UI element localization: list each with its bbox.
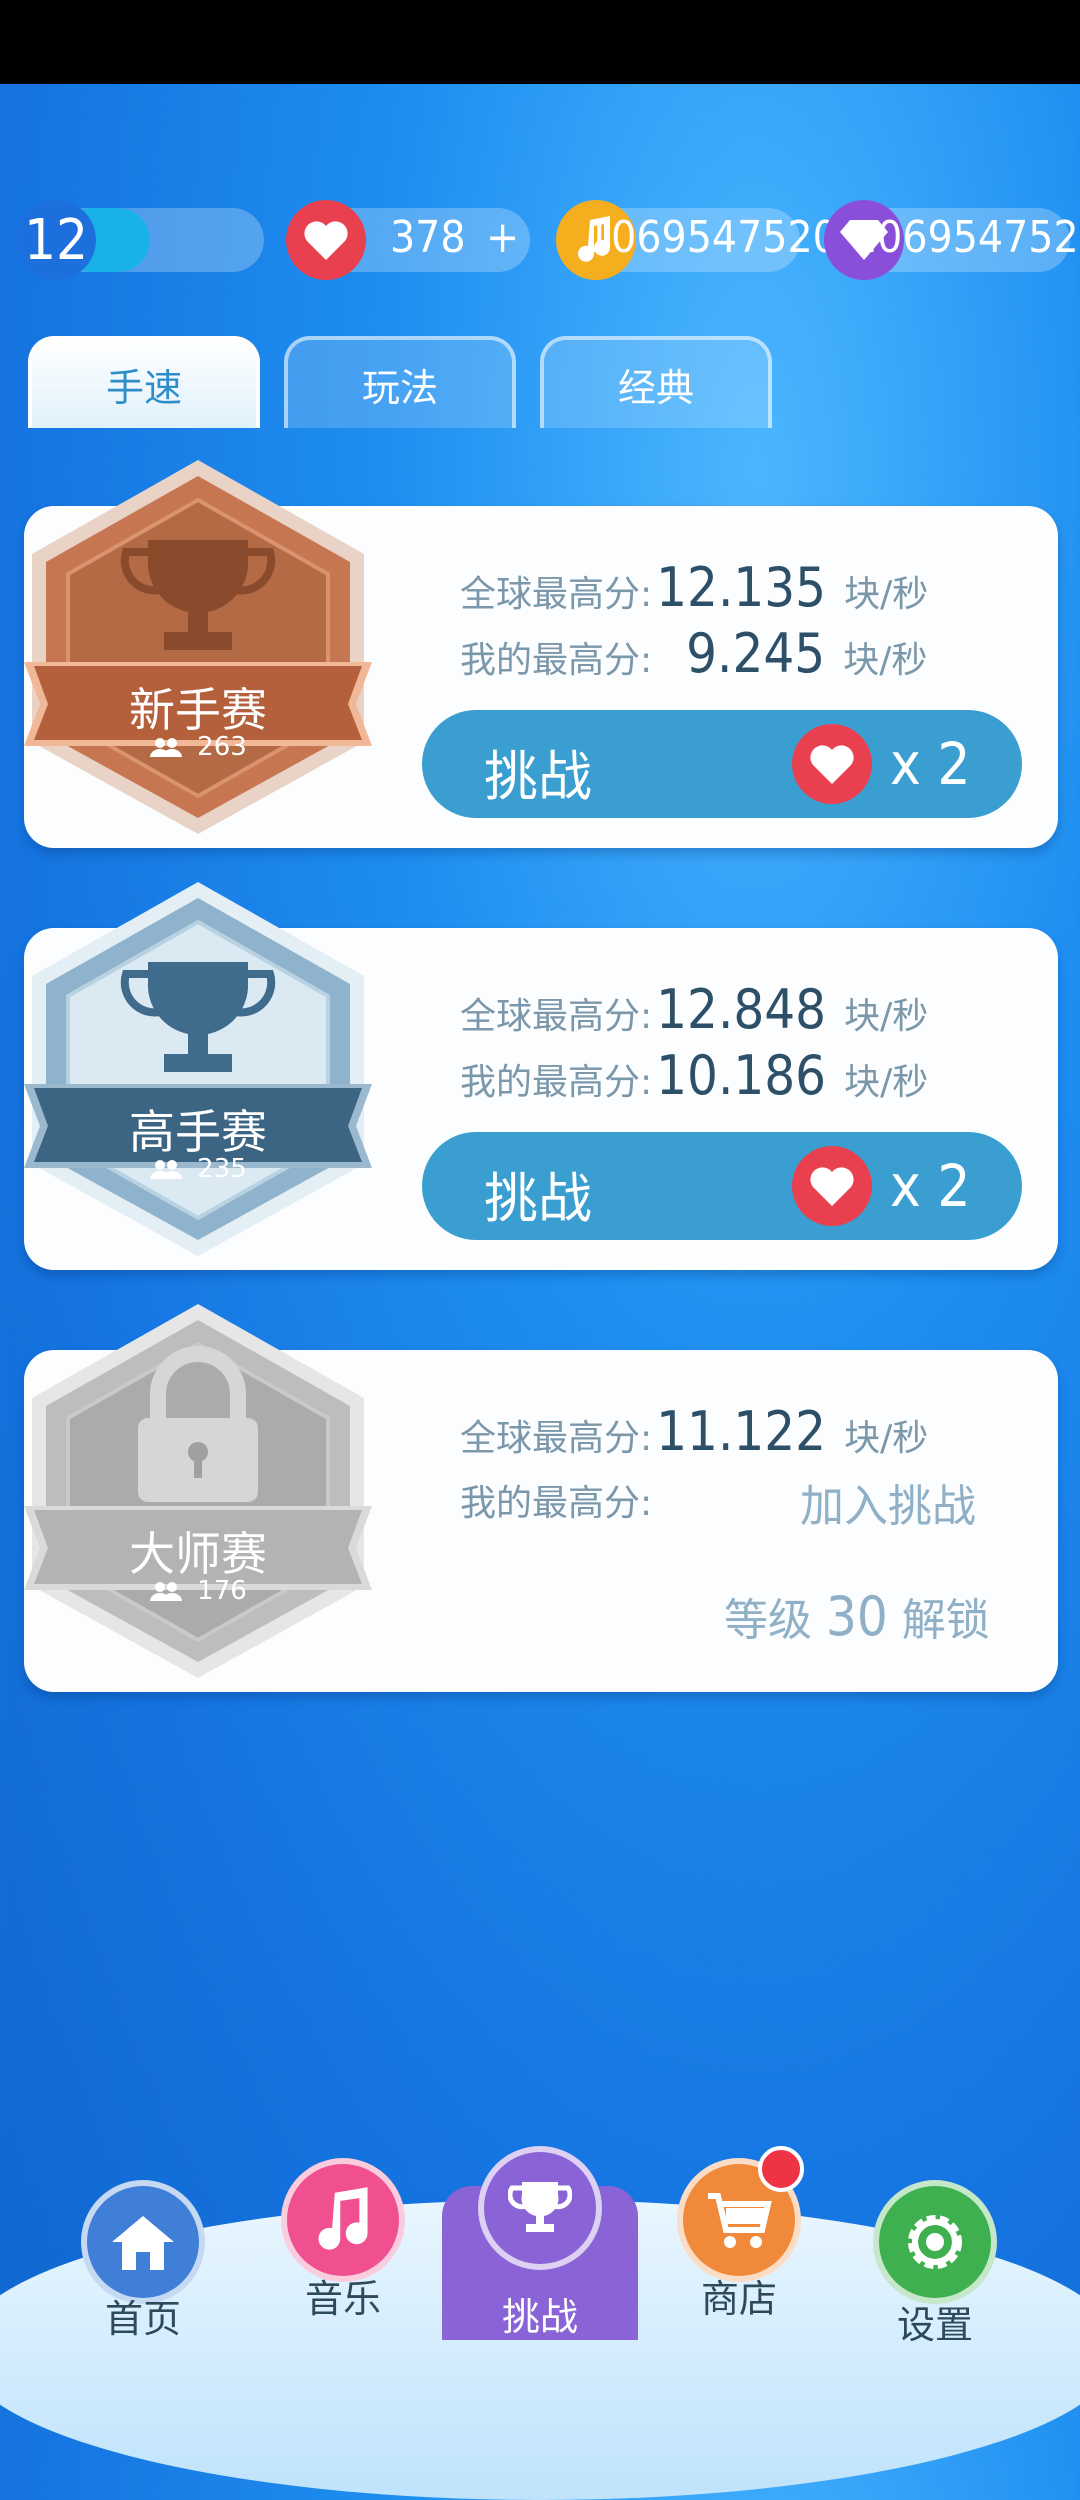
- beginner-hexagon-icon: [24, 460, 372, 834]
- unit-label: 块/秒: [843, 640, 928, 681]
- heart-icon: [286, 200, 366, 280]
- players-icon: [150, 1582, 183, 1601]
- nav-home-label: 首页: [104, 2297, 181, 2341]
- nav-music-label: 音乐: [304, 2277, 381, 2321]
- beginner-challenge-button[interactable]: 挑战 x 2: [422, 710, 1022, 818]
- unlock-requirement: 等级 30 解锁: [724, 1584, 990, 1648]
- my-best-label: 我的最高分:: [460, 640, 653, 681]
- global-best-score: 12.135: [656, 556, 827, 619]
- tab-classic-label: 经典: [617, 365, 694, 410]
- global-best-score: 12.848: [656, 978, 827, 1041]
- tab-gameplay[interactable]: 玩法: [284, 336, 516, 428]
- my-best-label: 我的最高分:: [460, 1062, 653, 1103]
- expert-players: 235: [197, 1154, 247, 1184]
- beginner-player-count: 263: [24, 732, 372, 762]
- players-icon: [150, 738, 183, 757]
- my-best-score: 10.186: [656, 1044, 827, 1107]
- gems-value: 1069547520: [852, 212, 1080, 263]
- currency-bar: 12 378 + 1069547520 1069547520: [0, 200, 1080, 280]
- hearts-value: 378: [390, 212, 466, 263]
- challenge-label: 挑战: [484, 745, 592, 808]
- beginner-title: 新手赛: [129, 683, 267, 737]
- unit-label: 块/秒: [844, 1418, 929, 1459]
- expert-challenge-button[interactable]: 挑战 x 2: [422, 1132, 1022, 1240]
- global-best-label: 全球最高分:: [460, 1418, 653, 1459]
- master-my-row: 我的最高分:: [460, 1474, 652, 1526]
- shop-notification-badge: [758, 2146, 804, 2192]
- tab-classic[interactable]: 经典: [540, 336, 772, 428]
- challenge-cost: x 2: [890, 1152, 971, 1220]
- my-best-score: 9.245: [686, 622, 826, 685]
- global-best-label: 全球最高分:: [460, 574, 653, 615]
- master-badge: 大师赛 176: [24, 1300, 372, 1680]
- tab-speed-label: 手速: [105, 365, 182, 410]
- global-best-score: 11.122: [656, 1400, 827, 1463]
- beginner-my-row: 我的最高分: 9.245 块/秒: [460, 622, 927, 685]
- master-hexagon-icon: [24, 1304, 372, 1678]
- nav-challenge[interactable]: 挑战: [465, 2136, 615, 2339]
- coins-value: 1069547520: [586, 212, 838, 263]
- master-players: 176: [197, 1576, 247, 1606]
- challenge-label: 挑战: [484, 1167, 592, 1230]
- players-icon: [150, 1160, 183, 1179]
- master-player-count: 176: [24, 1576, 372, 1606]
- unlock-level: 30: [826, 1585, 888, 1648]
- nav-home[interactable]: 首页: [68, 2170, 218, 2341]
- join-challenge-text: 加入挑战: [800, 1481, 976, 1532]
- expert-hexagon-icon: [24, 882, 372, 1256]
- home-icon: [81, 2180, 205, 2304]
- beginner-players: 263: [197, 732, 247, 762]
- tab-gameplay-label: 玩法: [361, 365, 438, 410]
- music-note-icon: [281, 2158, 405, 2282]
- nav-music[interactable]: 音乐: [268, 2148, 418, 2321]
- master-title: 大师赛: [129, 1527, 267, 1581]
- add-hearts-button[interactable]: +: [486, 212, 519, 263]
- level-value: 12: [23, 207, 89, 273]
- unit-label: 块/秒: [844, 996, 929, 1037]
- nav-settings-label: 设置: [896, 2303, 973, 2347]
- beginner-global-row: 全球最高分: 12.135 块/秒: [460, 556, 928, 619]
- nav-challenge-label: 挑战: [501, 2295, 578, 2339]
- trophy-icon: [478, 2146, 602, 2270]
- unlock-suffix: 解锁: [901, 1595, 990, 1646]
- unit-label: 块/秒: [844, 1062, 929, 1103]
- level-badge: 12: [16, 200, 96, 280]
- beginner-badge: 新手赛 263: [24, 456, 372, 836]
- nav-settings[interactable]: 设置: [860, 2170, 1010, 2347]
- expert-my-row: 我的最高分: 10.186 块/秒: [460, 1044, 928, 1107]
- nav-shop-label: 商店: [700, 2277, 777, 2321]
- heart-icon: [792, 724, 872, 804]
- unlock-prefix: 等级: [724, 1595, 812, 1646]
- tab-speed[interactable]: 手速: [28, 336, 260, 428]
- status-bar: [0, 0, 1080, 84]
- expert-badge: 高手赛 235: [24, 878, 372, 1258]
- my-best-label: 我的最高分:: [460, 1483, 653, 1524]
- challenge-cost: x 2: [890, 730, 971, 798]
- expert-global-row: 全球最高分: 12.848 块/秒: [460, 978, 928, 1041]
- unit-label: 块/秒: [844, 574, 929, 615]
- gear-icon: [873, 2180, 997, 2304]
- global-best-label: 全球最高分:: [460, 996, 653, 1037]
- master-global-row: 全球最高分: 11.122 块/秒: [460, 1400, 928, 1463]
- heart-icon: [792, 1146, 872, 1226]
- expert-title: 高手赛: [129, 1105, 267, 1159]
- expert-player-count: 235: [24, 1154, 372, 1184]
